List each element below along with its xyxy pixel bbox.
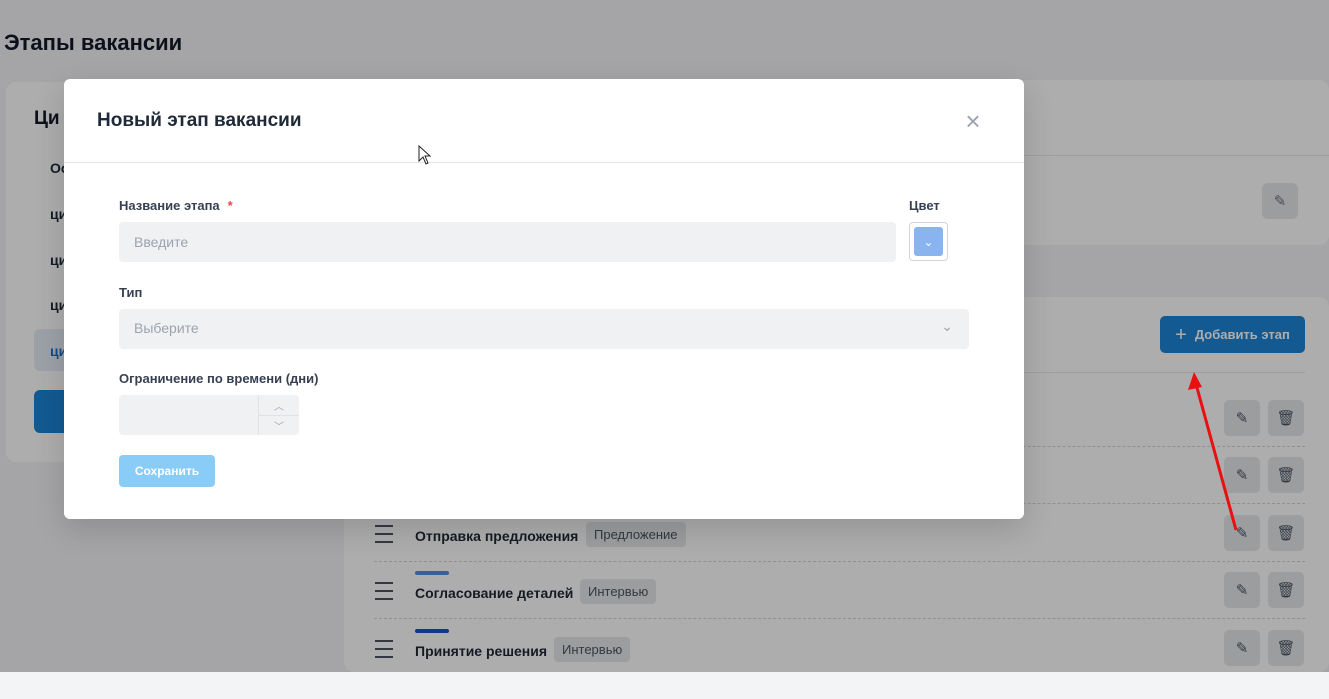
stage-name-label-text: Название этапа (119, 198, 220, 213)
type-select[interactable]: Выберите ⌄ (119, 309, 969, 349)
dialog-title: Новый этап вакансии (97, 110, 302, 131)
time-limit-stepper[interactable]: ︿ ﹀ (119, 395, 299, 435)
save-button[interactable]: Сохранить (119, 455, 215, 487)
time-limit-label: Ограничение по времени (дни) (119, 371, 319, 386)
stepper-buttons: ︿ ﹀ (258, 395, 299, 435)
chevron-down-icon[interactable]: ﹀ (259, 415, 299, 435)
chevron-down-icon: ⌄ (941, 318, 953, 334)
color-swatch: ⌄ (914, 227, 943, 256)
type-label: Тип (119, 285, 143, 300)
stage-name-input[interactable] (119, 222, 896, 262)
mouse-cursor-icon (418, 145, 432, 165)
stage-name-label: Название этапа * (119, 198, 233, 213)
type-select-value: Выберите (134, 320, 199, 336)
color-label: Цвет (909, 198, 940, 213)
new-stage-dialog: Новый этап вакансии × Название этапа * Цв… (64, 79, 1024, 519)
close-icon[interactable]: × (962, 108, 984, 134)
required-mark: * (227, 198, 233, 213)
color-picker[interactable]: ⌄ (909, 222, 948, 261)
chevron-up-icon[interactable]: ︿ (259, 395, 299, 416)
divider (64, 162, 1024, 163)
chevron-down-icon: ⌄ (923, 234, 934, 249)
